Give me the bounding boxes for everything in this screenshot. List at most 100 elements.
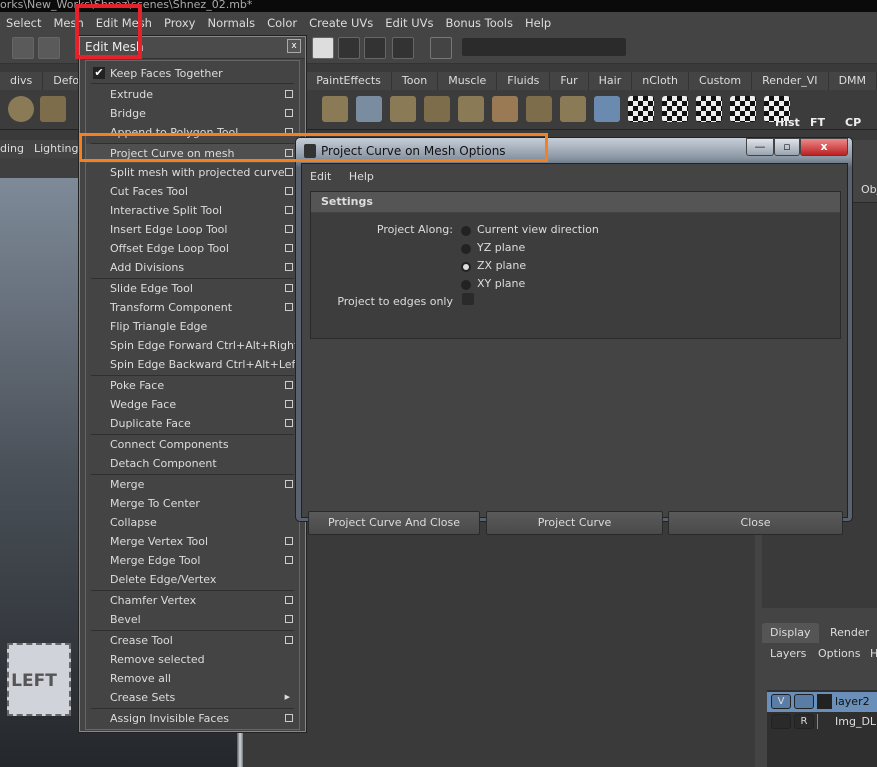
option-box-icon[interactable] xyxy=(285,90,293,98)
close-icon[interactable]: x xyxy=(287,39,301,53)
menu-create-uvs[interactable]: Create UVs xyxy=(303,16,379,30)
menu-color[interactable]: Color xyxy=(261,16,303,30)
layer-row[interactable]: V layer2 xyxy=(767,692,877,712)
close-dialog-button[interactable]: Close xyxy=(668,511,843,535)
menu-item-slide-edge-tool[interactable]: Slide Edge Tool xyxy=(86,279,299,298)
menu-item-insert-edge-loop-tool[interactable]: Insert Edge Loop Tool xyxy=(86,220,299,239)
option-box-icon[interactable] xyxy=(285,615,293,623)
menu-item-cut-faces-tool[interactable]: Cut Faces Tool xyxy=(86,182,299,201)
polygon-tool-icon[interactable] xyxy=(40,96,66,122)
project-along-radio[interactable] xyxy=(461,226,471,236)
menu-item-keep-faces-together[interactable]: ✔ Keep Faces Together xyxy=(86,64,299,83)
menu-bonus-tools[interactable]: Bonus Tools xyxy=(439,16,518,30)
menu-item-wedge-face[interactable]: Wedge Face xyxy=(86,395,299,414)
shelf-tab[interactable]: Fluids xyxy=(497,72,551,90)
menu-edit-uvs[interactable]: Edit UVs xyxy=(379,16,439,30)
shelf-tab[interactable]: DMM xyxy=(829,72,877,90)
maximize-button[interactable]: ▫ xyxy=(774,138,800,156)
shelf-tab[interactable]: Render_VI xyxy=(752,72,829,90)
option-box-icon[interactable] xyxy=(285,244,293,252)
edges-only-checkbox[interactable] xyxy=(462,293,474,305)
select-tool-icon[interactable] xyxy=(12,37,34,59)
settings-header[interactable]: Settings xyxy=(311,192,840,212)
option-box-icon[interactable] xyxy=(285,168,293,176)
menu-help[interactable]: Help xyxy=(519,16,557,30)
option-box-icon[interactable] xyxy=(285,381,293,389)
radio-label[interactable]: ZX plane xyxy=(477,259,526,272)
option-box-icon[interactable] xyxy=(285,206,293,214)
reference-toggle[interactable] xyxy=(794,694,814,709)
option-box-icon[interactable] xyxy=(285,225,293,233)
shelf-tool-icon[interactable] xyxy=(696,96,722,122)
shelf-tool-icon[interactable] xyxy=(424,96,450,122)
menu-normals[interactable]: Normals xyxy=(201,16,261,30)
option-box-icon[interactable] xyxy=(285,400,293,408)
option-box-icon[interactable] xyxy=(285,109,293,117)
menu-item-crease-tool[interactable]: Crease Tool xyxy=(86,631,299,650)
visibility-toggle[interactable] xyxy=(771,714,791,729)
reference-toggle[interactable]: R xyxy=(794,714,814,729)
menu-item-duplicate-face[interactable]: Duplicate Face xyxy=(86,414,299,433)
radio-label[interactable]: Current view direction xyxy=(477,223,599,236)
shelf-tool-icon[interactable] xyxy=(492,96,518,122)
menu-item-add-divisions[interactable]: Add Divisions xyxy=(86,258,299,277)
shelf-tab[interactable]: Fur xyxy=(550,72,589,90)
menu-item-extrude[interactable]: Extrude xyxy=(86,85,299,104)
menu-item-crease-sets[interactable]: Crease Sets ▶ xyxy=(86,688,299,707)
shelf-tool-icon[interactable] xyxy=(322,96,348,122)
radio-label[interactable]: YZ plane xyxy=(477,241,525,254)
shelf-tool-icon[interactable] xyxy=(730,96,756,122)
option-box-icon[interactable] xyxy=(285,419,293,427)
hist-label[interactable]: Hist xyxy=(775,116,800,129)
shelf-tab[interactable]: nCloth xyxy=(632,72,689,90)
shelf-tab[interactable]: Hair xyxy=(589,72,633,90)
menu-item-connect-components[interactable]: Connect Components xyxy=(86,435,299,454)
project-curve-and-close-button[interactable]: Project Curve And Close xyxy=(308,511,480,535)
minimize-button[interactable]: — xyxy=(746,138,774,156)
layer-name[interactable]: layer2 xyxy=(835,695,870,708)
quick-input-field[interactable] xyxy=(462,38,626,56)
tab-render[interactable]: Render xyxy=(822,623,877,643)
menu-item-merge[interactable]: Merge xyxy=(86,475,299,494)
project-curve-button[interactable]: Project Curve xyxy=(486,511,663,535)
option-box-icon[interactable] xyxy=(285,284,293,292)
menu-item-bevel[interactable]: Bevel xyxy=(86,610,299,629)
help-menu[interactable]: Help xyxy=(349,170,374,183)
option-box-icon[interactable] xyxy=(285,636,293,644)
shelf-tool-icon[interactable] xyxy=(560,96,586,122)
shelf-tab[interactable]: Custom xyxy=(689,72,753,90)
project-along-radio[interactable] xyxy=(461,280,471,290)
shelf-tool-icon[interactable] xyxy=(458,96,484,122)
help-menu[interactable]: H xyxy=(870,644,877,664)
menu-item-remove-all[interactable]: Remove all xyxy=(86,669,299,688)
lighting-menu[interactable]: Lighting xyxy=(34,140,78,158)
shelf-tool-icon[interactable] xyxy=(526,96,552,122)
menu-item-chamfer-vertex[interactable]: Chamfer Vertex xyxy=(86,591,299,610)
option-box-icon[interactable] xyxy=(285,556,293,564)
menu-item-spin-edge-backward-ctrl-alt-left[interactable]: Spin Edge Backward Ctrl+Alt+Left xyxy=(86,355,300,374)
menu-item-merge-vertex-tool[interactable]: Merge Vertex Tool xyxy=(86,532,299,551)
ipr-icon[interactable] xyxy=(364,37,386,59)
shelf-tool-icon[interactable] xyxy=(628,96,654,122)
menu-proxy[interactable]: Proxy xyxy=(158,16,202,30)
cp-label[interactable]: CP xyxy=(845,116,861,129)
visibility-toggle[interactable]: V xyxy=(771,694,791,709)
render-settings-icon[interactable] xyxy=(392,37,414,59)
tab-display[interactable]: Display xyxy=(762,623,819,643)
radio-label[interactable]: XY plane xyxy=(477,277,525,290)
shelf-tool-icon[interactable] xyxy=(356,96,382,122)
menu-item-split-mesh-with-projected-curve[interactable]: Split mesh with projected curve xyxy=(86,163,299,182)
project-along-radio[interactable] xyxy=(461,244,471,254)
layer-row[interactable]: R Img_DL xyxy=(767,712,877,732)
shelf-tool-icon[interactable] xyxy=(662,96,688,122)
layer-name[interactable]: Img_DL xyxy=(835,715,876,728)
option-box-icon[interactable] xyxy=(285,303,293,311)
menu-item-assign-invisible-faces[interactable]: Assign Invisible Faces xyxy=(86,709,299,728)
option-box-icon[interactable] xyxy=(285,537,293,545)
option-box-icon[interactable] xyxy=(285,480,293,488)
menu-item-flip-triangle-edge[interactable]: Flip Triangle Edge xyxy=(86,317,299,336)
menu-item-spin-edge-forward-ctrl-alt-right[interactable]: Spin Edge Forward Ctrl+Alt+Right xyxy=(86,336,299,355)
ft-label[interactable]: FT xyxy=(810,116,825,129)
shelf-tool-icon[interactable] xyxy=(390,96,416,122)
menu-item-delete-edge-vertex[interactable]: Delete Edge/Vertex xyxy=(86,570,299,589)
